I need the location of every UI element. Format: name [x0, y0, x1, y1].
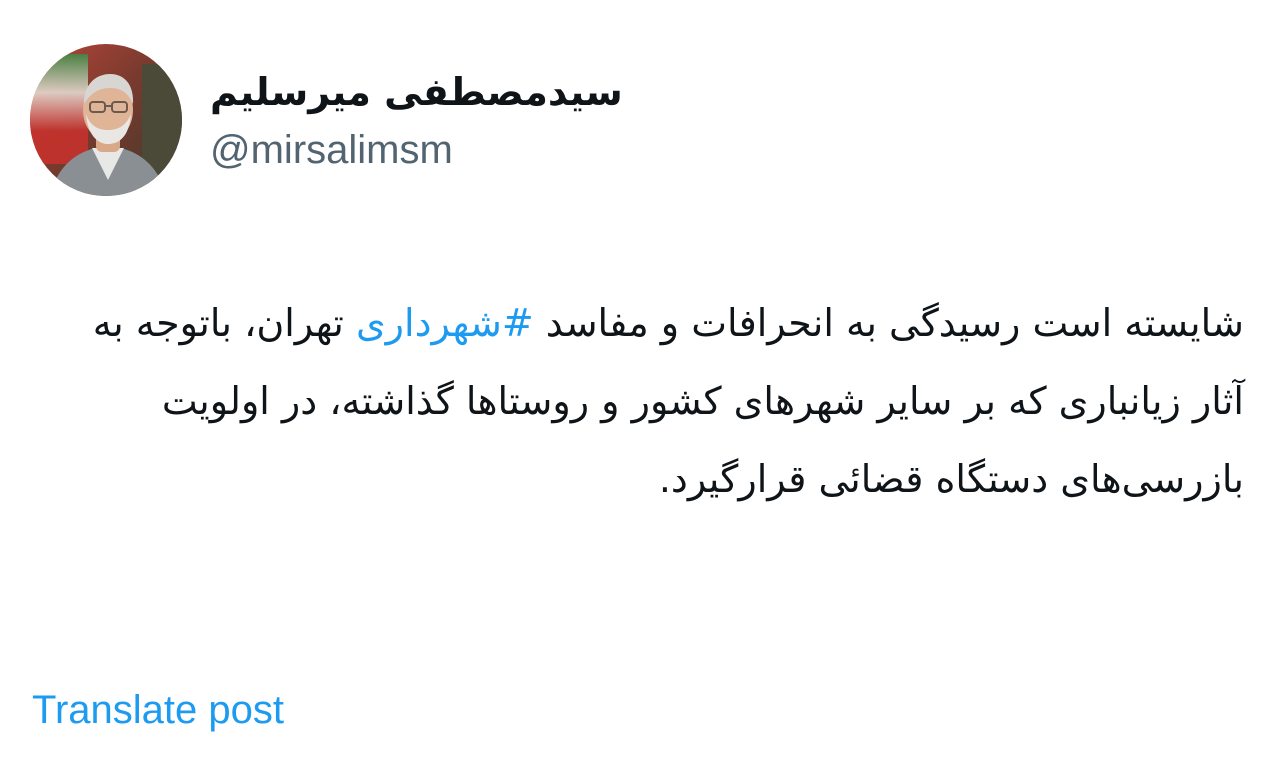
post-text: شایسته است رسیدگی به انحرافات و مفاسد #ش…: [30, 284, 1244, 518]
hashtag-link[interactable]: #شهرداری: [356, 301, 534, 345]
author-names: سیدمصطفی میرسلیم @mirsalimsm: [210, 66, 623, 178]
author-display-name[interactable]: سیدمصطفی میرسلیم: [210, 66, 623, 118]
author-handle[interactable]: @mirsalimsm: [210, 122, 623, 178]
post-header: سیدمصطفی میرسلیم @mirsalimsm: [30, 44, 730, 196]
avatar[interactable]: [30, 44, 182, 196]
translate-post-link[interactable]: Translate post: [32, 684, 284, 736]
profile-photo-icon: [30, 44, 182, 196]
post-text-before-hashtag: شایسته است رسیدگی به انحرافات و مفاسد: [533, 301, 1244, 345]
